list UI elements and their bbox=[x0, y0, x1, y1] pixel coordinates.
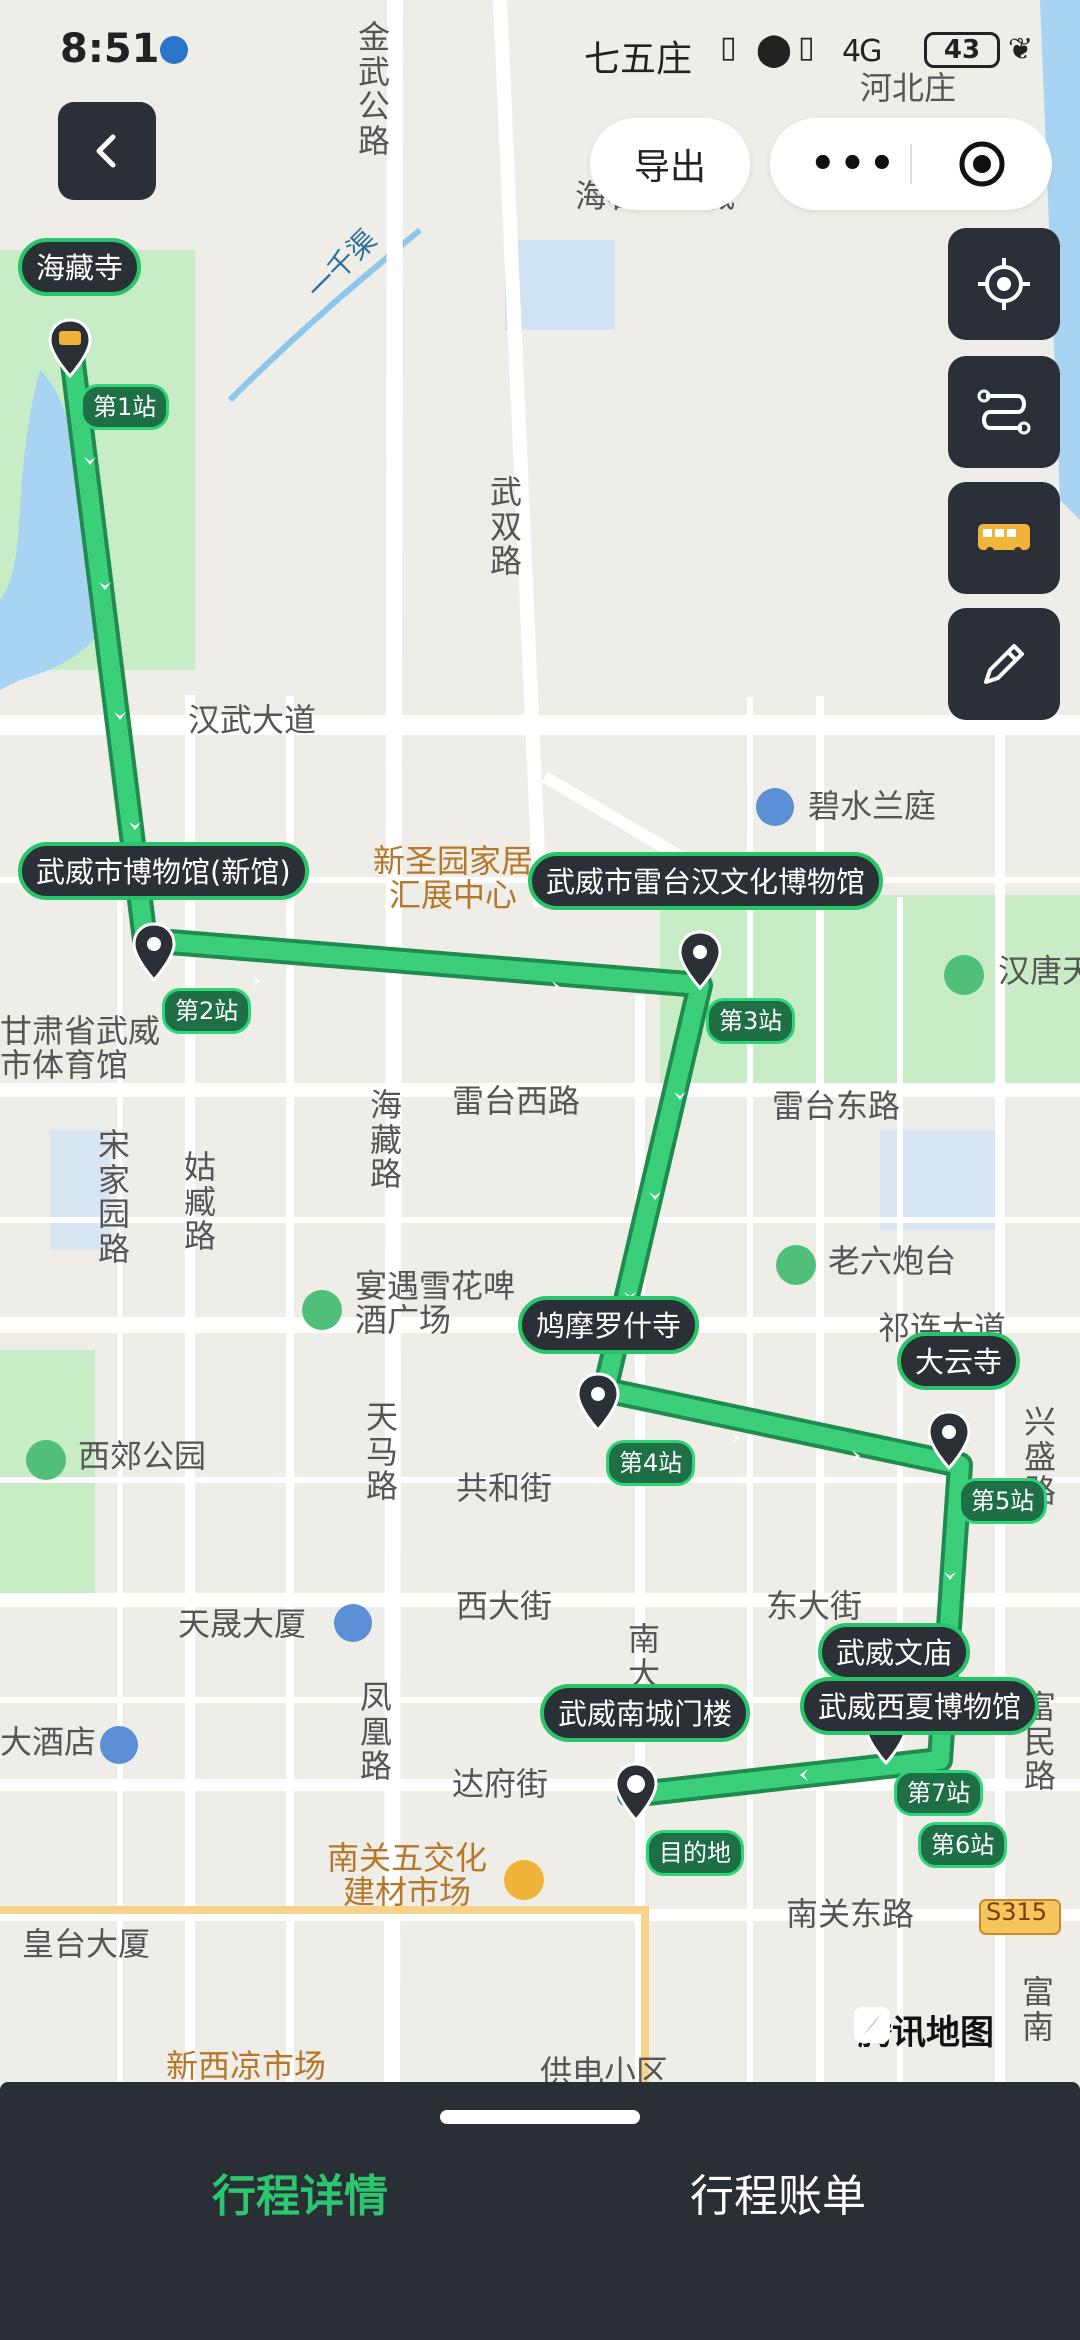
tree-icon bbox=[302, 1290, 342, 1330]
bottom-panel: 行程详情 行程账单 bbox=[0, 2082, 1080, 2340]
map-brand: 腾讯地图 bbox=[852, 2005, 994, 2054]
road-label-fenghuang: 凤凰路 bbox=[359, 1678, 392, 1786]
road-label-guzang: 姑臧路 bbox=[183, 1148, 216, 1256]
stop-tag-4: 第4站 bbox=[606, 1440, 696, 1486]
stop-bubble-dest[interactable]: 武威南城门楼 bbox=[540, 1684, 751, 1742]
road-label-haizang: 海藏路 bbox=[369, 1086, 402, 1194]
leaf-icon: ❦ bbox=[1008, 32, 1034, 67]
park-label-xijiao: 西郊公园 bbox=[78, 1437, 207, 1475]
road-label-songjiayuan: 宋家园路 bbox=[97, 1126, 130, 1268]
park-leitai bbox=[660, 895, 1080, 1095]
bus-button[interactable] bbox=[948, 482, 1060, 594]
poi-label-xinshengyuan: 新圣园家居汇展中心 bbox=[372, 842, 533, 914]
status-carrier: 七五庄 bbox=[584, 39, 693, 80]
road-label-wushuang: 武双路 bbox=[489, 473, 522, 581]
poi-label-yanyu: 宴遇雪花啤酒广场 bbox=[355, 1267, 516, 1339]
vibrate-icon: ▯ bbox=[720, 30, 737, 65]
place-label-gansu-sports: 甘肃省武威市体育馆 bbox=[0, 1012, 161, 1084]
poi-label-nanguan: 南关五交化建材市场 bbox=[326, 1839, 487, 1911]
road-label-tianma: 天马路 bbox=[365, 1398, 398, 1506]
place-label-hotel: 大酒店 bbox=[0, 1723, 97, 1761]
map-pin-icon[interactable] bbox=[574, 1372, 622, 1432]
stop-bubble-2[interactable]: 武威市博物馆(新馆) bbox=[18, 842, 309, 900]
road-label-nanguan-east: 南关东路 bbox=[786, 1895, 915, 1933]
stop-bubble-7[interactable]: 武威西夏博物馆 bbox=[800, 1677, 1040, 1735]
map-view[interactable]: 金武公路 河北庄 海石重庆城 一千渠 武双路 汉武大道 碧水兰庭 新圣园家居汇展… bbox=[0, 0, 1080, 2082]
road-label-hanwu: 汉武大道 bbox=[188, 701, 317, 739]
camera-icon bbox=[776, 1245, 816, 1285]
close-miniapp-icon[interactable] bbox=[956, 138, 1008, 190]
capsule-menu: ••• bbox=[770, 118, 1052, 210]
status-bar: 8:51 七五庄 ▯ ⬤ ▯ 4G 43 ❦ bbox=[0, 0, 1080, 90]
place-label-hantang: 汉唐天 bbox=[998, 952, 1080, 990]
network-label: 4G bbox=[842, 34, 882, 69]
water-block bbox=[505, 240, 615, 330]
building-icon bbox=[756, 788, 794, 826]
road-label-gonghe: 共和街 bbox=[456, 1469, 553, 1507]
chevron-left-icon bbox=[96, 134, 116, 168]
locate-button[interactable] bbox=[948, 228, 1060, 340]
more-button[interactable]: ••• bbox=[810, 144, 899, 184]
road-label-funan: 富南 bbox=[1021, 1973, 1054, 2046]
app-notification-icon bbox=[160, 36, 188, 64]
stop-bubble-6[interactable]: 武威文庙 bbox=[818, 1623, 971, 1681]
status-time: 8:51 bbox=[60, 26, 160, 72]
place-label-bishui: 碧水兰庭 bbox=[808, 787, 937, 825]
place-label-xinxiliang: 新西凉市场 bbox=[166, 2047, 327, 2082]
battery-indicator: 43 bbox=[924, 32, 1000, 68]
bus-start-icon bbox=[48, 318, 92, 378]
map-pin-icon[interactable] bbox=[676, 930, 724, 990]
stop-tag-1: 第1站 bbox=[80, 384, 170, 430]
pencil-icon bbox=[984, 644, 1024, 684]
road-label-leitai-west: 雷台西路 bbox=[452, 1082, 581, 1120]
tree-icon bbox=[26, 1440, 66, 1480]
bus-icon bbox=[978, 524, 1030, 555]
stop-tag-5: 第5站 bbox=[958, 1478, 1048, 1524]
compass-icon bbox=[854, 2007, 890, 2043]
stop-tag-6: 第6站 bbox=[918, 1822, 1008, 1868]
edit-button[interactable] bbox=[948, 608, 1060, 720]
camera-icon bbox=[944, 955, 984, 995]
poi-label-laoliu: 老六炮台 bbox=[828, 1242, 957, 1280]
stop-bubble-1[interactable]: 海藏寺 bbox=[18, 238, 142, 296]
drag-handle[interactable] bbox=[440, 2110, 640, 2124]
road-label-xi-street: 西大街 bbox=[456, 1587, 553, 1625]
highway-shield-s315: S315 bbox=[986, 1898, 1048, 1926]
route-button[interactable] bbox=[948, 356, 1060, 468]
capsule-divider bbox=[910, 144, 912, 184]
place-label-huangtai: 皇台大厦 bbox=[22, 1925, 151, 1963]
export-button[interactable]: 导出 bbox=[590, 118, 750, 210]
back-button[interactable] bbox=[58, 102, 156, 200]
stop-tag-dest: 目的地 bbox=[646, 1830, 744, 1876]
stop-tag-3: 第3站 bbox=[706, 998, 796, 1044]
place-label-gongdian: 供电小区 bbox=[540, 2053, 669, 2082]
tab-trip-bill[interactable]: 行程账单 bbox=[690, 2160, 866, 2224]
route-icon bbox=[977, 389, 1031, 435]
location-icon: ⬤ bbox=[756, 30, 792, 68]
road-label-dong-street: 东大街 bbox=[766, 1587, 863, 1625]
hotel-icon bbox=[100, 1726, 138, 1764]
stop-tag-2: 第2站 bbox=[162, 988, 252, 1034]
stop-bubble-5[interactable]: 大云寺 bbox=[897, 1332, 1021, 1390]
stop-tag-7: 第7站 bbox=[894, 1770, 984, 1816]
place-label-tiancheng: 天晟大厦 bbox=[178, 1605, 307, 1643]
stop-bubble-4[interactable]: 鸠摩罗什寺 bbox=[518, 1296, 700, 1354]
map-pin-icon[interactable] bbox=[130, 922, 178, 982]
crosshair-icon bbox=[978, 258, 1030, 310]
stop-bubble-3[interactable]: 武威市雷台汉文化博物馆 bbox=[528, 852, 884, 910]
road-label-leitai-east: 雷台东路 bbox=[772, 1087, 901, 1125]
destination-pin-icon[interactable] bbox=[612, 1762, 660, 1822]
shop-icon bbox=[504, 1860, 544, 1900]
road-label-dafu: 达府街 bbox=[452, 1765, 549, 1803]
vibrate-mode-icon: ▯ bbox=[798, 30, 815, 65]
map-pin-icon[interactable] bbox=[925, 1410, 973, 1470]
tab-trip-details[interactable]: 行程详情 bbox=[212, 2160, 388, 2224]
building-icon bbox=[334, 1604, 372, 1642]
